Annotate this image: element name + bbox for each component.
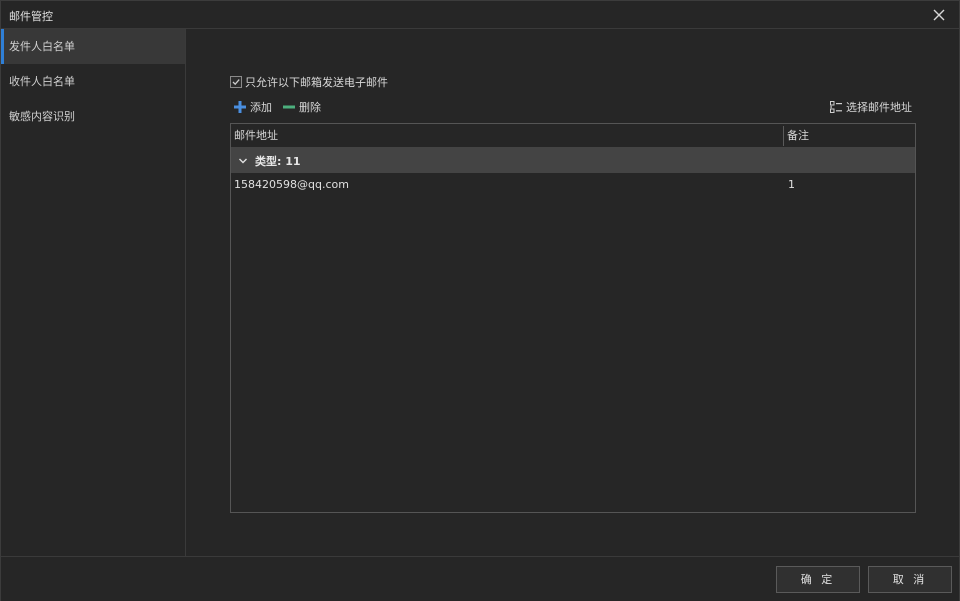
title-bar: 邮件管控 [1,1,959,29]
add-button-label: 添加 [250,101,272,114]
column-divider[interactable] [783,126,784,146]
dialog-footer: 确 定 取 消 [1,556,959,601]
email-cell: 158420598@qq.com [234,178,349,191]
sidebar-item-sensitive-content[interactable]: 敏感内容识别 [1,99,185,134]
email-table: 邮件地址 备注 类型: 11 158420598@qq.com 1 [230,123,916,513]
select-email-address-label: 选择邮件地址 [846,101,912,114]
column-header-email[interactable]: 邮件地址 [234,124,278,147]
sidebar-item-sender-whitelist[interactable]: 发件人白名单 [1,29,185,64]
delete-button[interactable]: 删除 [282,99,321,115]
minus-icon [283,105,295,109]
table-header: 邮件地址 备注 [231,124,915,148]
ok-button[interactable]: 确 定 [776,566,860,593]
add-button[interactable]: 添加 [233,99,272,115]
sidebar: 发件人白名单 收件人白名单 敏感内容识别 [1,29,186,556]
table-toolbar: 添加 删除 [233,99,331,115]
sidebar-item-label: 发件人白名单 [9,40,75,53]
cancel-button[interactable]: 取 消 [868,566,952,593]
sidebar-item-label: 收件人白名单 [9,75,75,88]
table-row[interactable]: 158420598@qq.com 1 [231,174,915,196]
allow-only-checkbox-label: 只允许以下邮箱发送电子邮件 [245,76,388,89]
column-header-note[interactable]: 备注 [787,124,809,147]
close-icon[interactable] [931,7,947,23]
delete-button-label: 删除 [299,101,321,114]
group-row[interactable]: 类型: 11 [231,148,915,173]
dialog-window: 邮件管控 发件人白名单 收件人白名单 敏感内容识别 只允许以下邮箱发送电子邮件 … [0,0,960,601]
allow-only-checkbox[interactable] [230,76,242,88]
allow-only-checkbox-row[interactable]: 只允许以下邮箱发送电子邮件 [230,75,388,89]
check-icon [232,79,240,86]
chevron-down-icon[interactable] [237,155,249,167]
list-select-icon [830,101,842,113]
select-email-address-button[interactable]: 选择邮件地址 [829,99,912,115]
group-label: 类型: 11 [255,154,301,168]
note-cell: 1 [788,178,795,191]
main-panel: 只允许以下邮箱发送电子邮件 添加 删除 选择邮件地址 邮件地址 备注 类型: 1… [187,29,959,556]
sidebar-item-label: 敏感内容识别 [9,110,75,123]
plus-icon [234,101,246,113]
sidebar-item-recipient-whitelist[interactable]: 收件人白名单 [1,64,185,99]
window-title: 邮件管控 [9,10,53,23]
